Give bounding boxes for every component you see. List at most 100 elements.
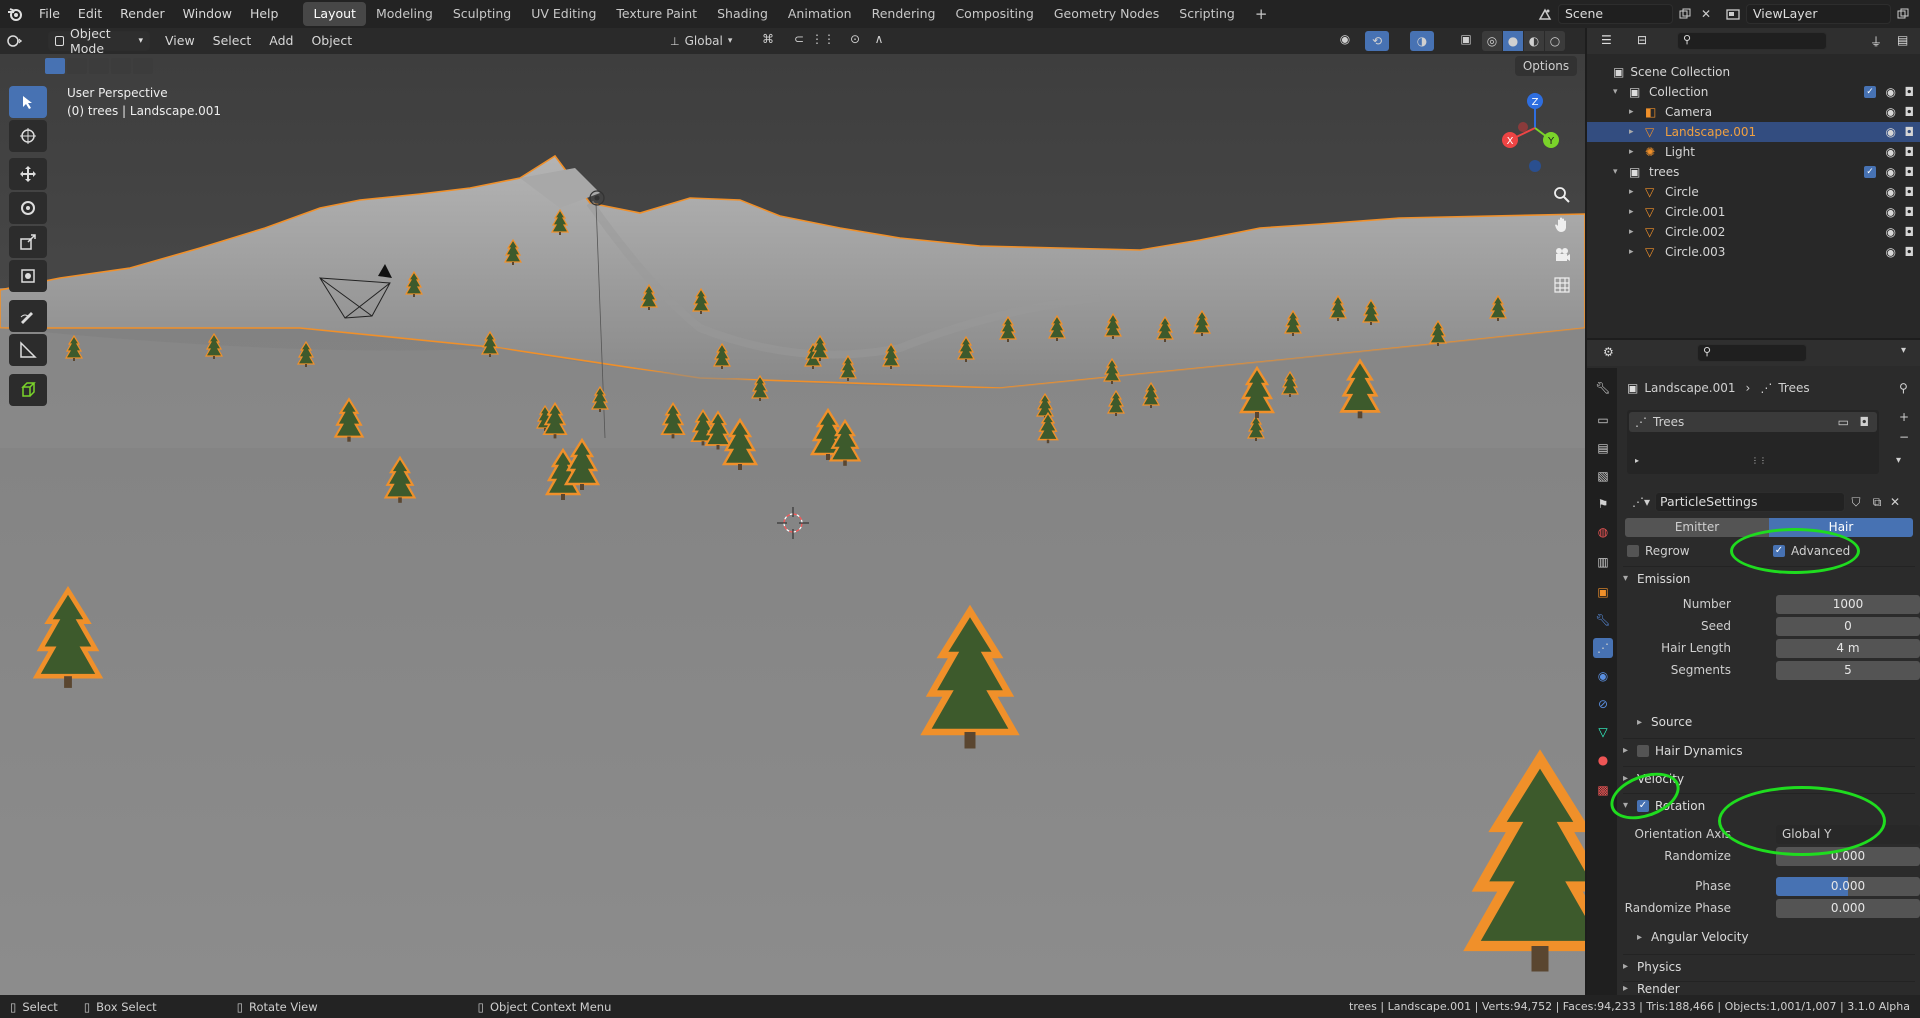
mode-dropdown[interactable]: Object Mode ▾ bbox=[48, 26, 150, 56]
view-layer-field[interactable]: ViewLayer bbox=[1746, 4, 1891, 24]
render-camera-icon[interactable]: ◘ bbox=[1905, 185, 1915, 199]
scene-copy-icon[interactable] bbox=[1675, 4, 1695, 24]
falloff-icon[interactable]: ∧ bbox=[868, 32, 890, 50]
vp-menu-add[interactable]: Add bbox=[260, 29, 302, 53]
angular-velocity-subpanel-header[interactable]: ▸ Angular Velocity bbox=[1637, 925, 1915, 949]
tab-compositing[interactable]: Compositing bbox=[945, 2, 1043, 26]
render-tab-icon[interactable]: ▭ bbox=[1593, 410, 1613, 430]
snap-target-icon[interactable]: ⋮⋮ bbox=[810, 32, 836, 50]
pan-hand-icon[interactable] bbox=[1548, 211, 1576, 239]
list-expand-icon[interactable]: ▸ bbox=[1635, 456, 1639, 465]
select-new-icon[interactable] bbox=[45, 58, 65, 74]
proportional-edit-icon[interactable]: ⊙ bbox=[846, 32, 864, 50]
output-tab-icon[interactable]: ▤ bbox=[1593, 438, 1613, 458]
chevron-right-icon[interactable]: ▸ bbox=[1629, 247, 1634, 257]
select-subtract-icon[interactable] bbox=[89, 58, 109, 74]
view-layer-tab-icon[interactable]: ▧ bbox=[1593, 466, 1613, 486]
settings-name-field[interactable]: ParticleSettings bbox=[1655, 492, 1845, 512]
rotate-tool-icon[interactable] bbox=[9, 192, 47, 224]
menu-edit[interactable]: Edit bbox=[69, 0, 111, 28]
hair-dynamics-checkbox[interactable] bbox=[1637, 744, 1649, 757]
outliner-row-circle-002[interactable]: ▸ ▽ Circle.002 ◉ ◘ bbox=[1587, 222, 1920, 242]
render-camera-icon[interactable]: ◘ bbox=[1905, 205, 1915, 219]
xray-icon[interactable]: ▣ bbox=[1456, 32, 1476, 50]
camera-view-icon[interactable] bbox=[1548, 241, 1576, 269]
visibility-icon[interactable]: ◉ bbox=[1330, 32, 1360, 50]
scene-icon[interactable] bbox=[1534, 3, 1556, 25]
eye-icon[interactable]: ◉ bbox=[1886, 205, 1896, 219]
modifier-tab-icon[interactable]: 🔧︎ bbox=[1593, 610, 1613, 630]
rendered-shading-icon[interactable]: ○ bbox=[1545, 31, 1565, 51]
vp-menu-object[interactable]: Object bbox=[302, 29, 361, 53]
constraints-tab-icon[interactable]: ⊘ bbox=[1593, 694, 1613, 714]
select-intersect-icon[interactable] bbox=[133, 58, 153, 74]
new-collection-icon[interactable]: ▤ bbox=[1897, 33, 1908, 47]
render-camera-icon[interactable]: ◘ bbox=[1905, 145, 1915, 159]
menu-window[interactable]: Window bbox=[174, 0, 241, 28]
add-workspace-button[interactable]: + bbox=[1245, 2, 1278, 26]
list-menu-chevron-icon[interactable]: ▾ bbox=[1896, 455, 1901, 466]
menu-render[interactable]: Render bbox=[111, 0, 174, 28]
chevron-down-icon[interactable]: ▾ bbox=[1901, 345, 1906, 356]
select-box-tool-icon[interactable] bbox=[9, 86, 47, 118]
regrow-checkbox-row[interactable]: Regrow bbox=[1627, 544, 1690, 558]
chevron-right-icon[interactable]: ▸ bbox=[1629, 207, 1634, 217]
randomize-phase-value[interactable]: 0.000 bbox=[1776, 898, 1920, 918]
menu-help[interactable]: Help bbox=[241, 0, 288, 28]
measure-tool-icon[interactable] bbox=[9, 334, 47, 366]
add-particle-system-button[interactable]: + bbox=[1895, 410, 1913, 428]
outliner-row-circle-001[interactable]: ▸ ▽ Circle.001 ◉ ◘ bbox=[1587, 202, 1920, 222]
tab-layout[interactable]: Layout bbox=[303, 2, 366, 26]
transform-tool-icon[interactable] bbox=[9, 260, 47, 292]
render-camera-icon[interactable]: ◘ bbox=[1905, 85, 1915, 99]
render-camera-icon[interactable]: ◘ bbox=[1905, 125, 1915, 139]
editor-type-icon[interactable] bbox=[0, 29, 30, 53]
eye-icon[interactable]: ◉ bbox=[1886, 225, 1896, 239]
tab-modeling[interactable]: Modeling bbox=[366, 2, 443, 26]
view-layer-copy-icon[interactable] bbox=[1893, 4, 1913, 24]
tab-sculpting[interactable]: Sculpting bbox=[443, 2, 521, 26]
properties-search-input[interactable]: ⚲ bbox=[1697, 344, 1807, 362]
duplicate-settings-icon[interactable]: ⧉ bbox=[1867, 495, 1887, 510]
remove-particle-system-button[interactable]: − bbox=[1895, 430, 1913, 448]
properties-type-icon[interactable]: ⚙ bbox=[1603, 345, 1614, 359]
emission-field-value[interactable]: 5 bbox=[1776, 660, 1920, 680]
list-resize-handle-icon[interactable]: ⋮⋮ bbox=[1751, 456, 1767, 465]
show-render-icon[interactable]: ◘ bbox=[1860, 415, 1870, 429]
outliner-scene-collection[interactable]: ▣ Scene Collection bbox=[1587, 62, 1920, 82]
chevron-down-icon[interactable]: ▾ bbox=[1613, 167, 1618, 177]
wireframe-shading-icon[interactable]: ◎ bbox=[1482, 31, 1502, 51]
outliner-row-landscape-001[interactable]: ▸ ▽ Landscape.001 ◉ ◘ bbox=[1587, 122, 1920, 142]
pivot-icon[interactable]: ⌘ bbox=[756, 32, 780, 50]
view-layer-close-icon[interactable]: ✕ bbox=[1915, 4, 1920, 24]
eye-icon[interactable]: ◉ bbox=[1886, 165, 1896, 179]
chevron-right-icon[interactable]: ▸ bbox=[1629, 127, 1634, 137]
outliner-type-icon[interactable]: ☰ bbox=[1601, 33, 1612, 47]
texture-tab-icon[interactable]: ▩ bbox=[1593, 780, 1613, 800]
menu-file[interactable]: File bbox=[30, 0, 69, 28]
pin-icon[interactable]: ⚲ bbox=[1899, 381, 1908, 395]
outliner-row-circle[interactable]: ▸ ▽ Circle ◉ ◘ bbox=[1587, 182, 1920, 202]
snap-icon[interactable]: ⊂ bbox=[790, 32, 808, 50]
tab-animation[interactable]: Animation bbox=[778, 2, 862, 26]
exclude-checkbox[interactable]: ✓ bbox=[1864, 86, 1876, 98]
collection-tab-icon[interactable]: ▥ bbox=[1593, 552, 1613, 572]
outliner-row-trees[interactable]: ▾ ▣ trees ✓ ◉ ◘ bbox=[1587, 162, 1920, 182]
unlink-settings-icon[interactable]: ✕ bbox=[1887, 495, 1903, 509]
data-tab-icon[interactable]: ▽ bbox=[1593, 722, 1613, 742]
chevron-right-icon[interactable]: ▸ bbox=[1629, 227, 1634, 237]
chevron-right-icon[interactable]: ▸ bbox=[1629, 147, 1634, 157]
tab-uv-editing[interactable]: UV Editing bbox=[521, 2, 606, 26]
select-extend-icon[interactable] bbox=[67, 58, 87, 74]
outliner-row-collection[interactable]: ▾ ▣ Collection ✓ ◉ ◘ bbox=[1587, 82, 1920, 102]
physics-tab-icon[interactable]: ◉ bbox=[1593, 666, 1613, 686]
overlay-toggle-icon[interactable]: ◑ bbox=[1410, 31, 1434, 51]
options-button[interactable]: Options bbox=[1515, 56, 1577, 76]
emission-field-value[interactable]: 0 bbox=[1776, 616, 1920, 636]
blender-logo-icon[interactable] bbox=[0, 0, 30, 28]
cursor-tool-icon[interactable] bbox=[9, 120, 47, 152]
emission-field-value[interactable]: 4 m bbox=[1776, 638, 1920, 658]
particles-tab-icon[interactable]: ⋰ bbox=[1593, 638, 1613, 658]
outliner-row-light[interactable]: ▸ ✺ Light ◉ ◘ bbox=[1587, 142, 1920, 162]
select-invert-icon[interactable] bbox=[111, 58, 131, 74]
